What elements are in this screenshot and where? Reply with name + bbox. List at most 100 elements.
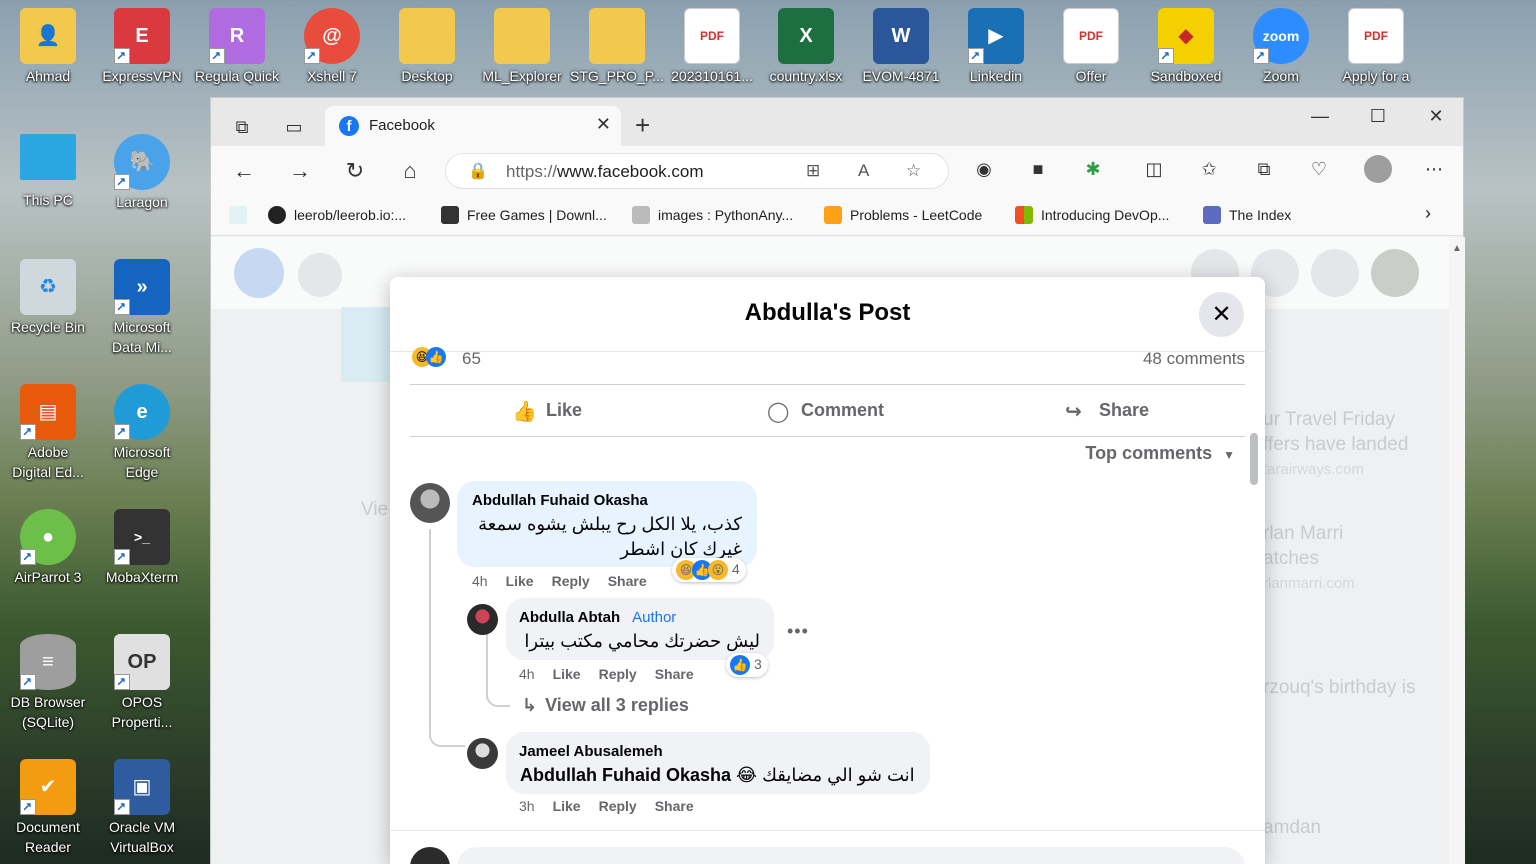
comment-reactions[interactable]: 👍 3	[726, 653, 768, 677]
desktop-icon-ahmad[interactable]: 👤 Ahmad	[0, 8, 96, 86]
comment-like-button[interactable]: Like	[553, 798, 581, 814]
avatar[interactable]	[410, 483, 450, 523]
desktop-icon-db-browser[interactable]: ≡DB Browser(SQLite)	[0, 634, 96, 732]
modal-close-button[interactable]: ✕	[1199, 292, 1244, 337]
comment-share-button[interactable]: Share	[655, 666, 694, 682]
desktop-icon-recycle-bin[interactable]: ♻ Recycle Bin	[0, 259, 96, 337]
like-button[interactable]: 👍 Like	[512, 399, 582, 424]
desktop-icon-linkedin[interactable]: ▶ Linkedin	[948, 8, 1044, 86]
collections-icon[interactable]: ⧉	[1251, 159, 1277, 180]
comment-options-icon[interactable]: •••	[787, 621, 809, 642]
comment-author-name[interactable]: Jameel Abusalemeh	[519, 743, 663, 760]
minimize-button[interactable]: —	[1305, 106, 1335, 127]
favorite-star-icon[interactable]: ☆	[906, 161, 921, 181]
desktop-icon-mobaxterm[interactable]: >_ MobaXterm	[94, 509, 190, 587]
bookmark-devops[interactable]: Introducing DevOp...	[1015, 206, 1169, 224]
desktop-icon-this-pc[interactable]: This PC	[0, 134, 96, 210]
avatar[interactable]	[467, 738, 498, 769]
forward-icon[interactable]: →	[285, 158, 315, 184]
desktop-icon-regula[interactable]: R Regula Quick	[189, 8, 285, 86]
comment-author-name[interactable]: Abdulla Abtah Author	[519, 609, 676, 626]
desktop-icon-apply[interactable]: PDF Apply for a	[1328, 8, 1424, 86]
tab-facebook[interactable]: f Facebook ✕	[325, 106, 621, 146]
home-icon[interactable]: ⌂	[395, 158, 425, 184]
page-scrollbar[interactable]: ▲	[1449, 237, 1465, 864]
extension-tab-icon[interactable]: ■	[1025, 159, 1051, 180]
comment-reply-button[interactable]: Reply	[599, 798, 637, 814]
desktop-icon-zoom[interactable]: zoom Zoom	[1233, 8, 1329, 86]
desktop-icon-desktop-folder[interactable]: Desktop	[379, 8, 475, 86]
comment-reply-button[interactable]: Reply	[552, 573, 590, 589]
desktop-icon-pdf-2023[interactable]: PDF 202310161...	[664, 8, 760, 86]
lock-icon[interactable]: 🔒	[468, 161, 488, 181]
extension-android-icon[interactable]: ✱	[1080, 159, 1106, 180]
comment-like-button[interactable]: Like	[506, 573, 534, 589]
view-all-replies-button[interactable]: ↳ View all 3 replies	[522, 695, 689, 716]
desktop-icon-sandboxed[interactable]: ◆ Sandboxed	[1138, 8, 1234, 86]
refresh-icon[interactable]: ↻	[340, 158, 370, 184]
desktop-icon-country-xlsx[interactable]: Xcountry.xlsx	[758, 8, 854, 86]
browser-essentials-icon[interactable]: ♡	[1306, 159, 1332, 180]
avatar[interactable]	[467, 604, 498, 635]
favorites-icon[interactable]: ✩	[1196, 159, 1222, 180]
new-tab-button[interactable]: +	[635, 112, 650, 138]
desktop-icon-ml-explorer[interactable]: ML_Explorer	[474, 8, 570, 86]
desktop-icon-offer[interactable]: PDF Offer	[1043, 8, 1139, 86]
desktop-icon-virtualbox[interactable]: ▣Oracle VMVirtualBox	[94, 759, 190, 857]
bookmark-logo[interactable]	[229, 206, 255, 224]
desktop-icon-evom[interactable]: W EVOM-4871	[853, 8, 949, 86]
tab-close-icon[interactable]: ✕	[596, 114, 611, 135]
workspaces-icon[interactable]: ⧉	[231, 116, 253, 138]
back-icon[interactable]: ←	[229, 158, 259, 184]
comment-mention-link[interactable]: Abdullah Fuhaid Okasha	[520, 765, 731, 785]
extension-globe-icon[interactable]: ◉	[971, 159, 997, 180]
comment-time[interactable]: 3h	[519, 798, 535, 814]
settings-more-icon[interactable]: ⋯	[1421, 159, 1447, 180]
desktop-icon-adobe-de[interactable]: ▤AdobeDigital Ed...	[0, 384, 96, 482]
comment-reply-button[interactable]: Reply	[599, 666, 637, 682]
comment-like-button[interactable]: Like	[553, 666, 581, 682]
comment-share-button[interactable]: Share	[655, 798, 694, 814]
bookmark-leetcode[interactable]: Problems - LeetCode	[824, 206, 982, 224]
comment-time[interactable]: 4h	[519, 666, 535, 682]
comment-time[interactable]: 4h	[472, 573, 488, 589]
avatar[interactable]	[410, 847, 450, 864]
desktop-icon-laragon[interactable]: 🐘 Laragon	[94, 134, 190, 212]
read-aloud-icon[interactable]: A	[858, 161, 869, 181]
scroll-up-icon[interactable]: ▲	[1452, 243, 1462, 254]
desktop-icon-opos[interactable]: OPOPOSProperti...	[94, 634, 190, 732]
comment-button[interactable]: ◯ Comment	[767, 399, 884, 424]
desktop-icon-data-migration[interactable]: »MicrosoftData Mi...	[94, 259, 190, 357]
address-bar[interactable]: 🔒 https://www.facebook.com ⊞ A ☆	[445, 153, 949, 189]
comment-input[interactable]	[457, 847, 1245, 864]
desktop-icon-airparrot[interactable]: ● AirParrot 3	[0, 509, 96, 587]
comments-count[interactable]: 48 comments	[1143, 349, 1245, 369]
desktop-icon-expressvpn[interactable]: E ExpressVPN	[94, 8, 190, 86]
bookmark-epic-games[interactable]: Free Games | Downl...	[441, 206, 607, 224]
apps-icon[interactable]: ⊞	[806, 161, 820, 181]
favorites-bar: leerob/leerob.io:... Free Games | Downl.…	[211, 196, 1463, 236]
modal-scrollbar-thumb[interactable]	[1250, 433, 1258, 485]
reaction-icons[interactable]: 😆👍	[412, 347, 446, 367]
comment-share-button[interactable]: Share	[608, 573, 647, 589]
split-screen-icon[interactable]: ◫	[1141, 159, 1167, 180]
profile-avatar[interactable]	[1364, 155, 1392, 183]
tab-actions-icon[interactable]: ▭	[283, 116, 305, 138]
bookmark-the-index[interactable]: The Index	[1203, 206, 1291, 224]
favorites-overflow-chevron-icon[interactable]: ›	[1425, 203, 1431, 224]
comment-author-name[interactable]: Abdullah Fuhaid Okasha	[472, 492, 648, 509]
desktop-icon-document-reader[interactable]: ✔DocumentReader	[0, 759, 96, 857]
reaction-count[interactable]: 65	[462, 349, 481, 369]
bookmark-pythonanywhere[interactable]: images : PythonAny...	[632, 206, 793, 224]
desktop-icon-stg-pro[interactable]: STG_PRO_P...	[569, 8, 665, 86]
maximize-button[interactable]: ☐	[1363, 106, 1393, 127]
comment-reactions[interactable]: 😆 👍 😮 4	[672, 558, 746, 582]
bookmark-leerob[interactable]: leerob/leerob.io:...	[268, 206, 406, 224]
url-text[interactable]: https://www.facebook.com	[506, 162, 703, 182]
comment-sort-dropdown[interactable]: Top comments ▼	[1085, 443, 1235, 464]
close-window-button[interactable]: ✕	[1421, 106, 1451, 127]
post-reactions-summary[interactable]: 😆👍 65 48 comments	[410, 347, 1245, 385]
desktop-icon-edge[interactable]: eMicrosoftEdge	[94, 384, 190, 482]
desktop-icon-xshell[interactable]: @ Xshell 7	[284, 8, 380, 86]
share-button[interactable]: ↪ Share	[1065, 399, 1149, 424]
